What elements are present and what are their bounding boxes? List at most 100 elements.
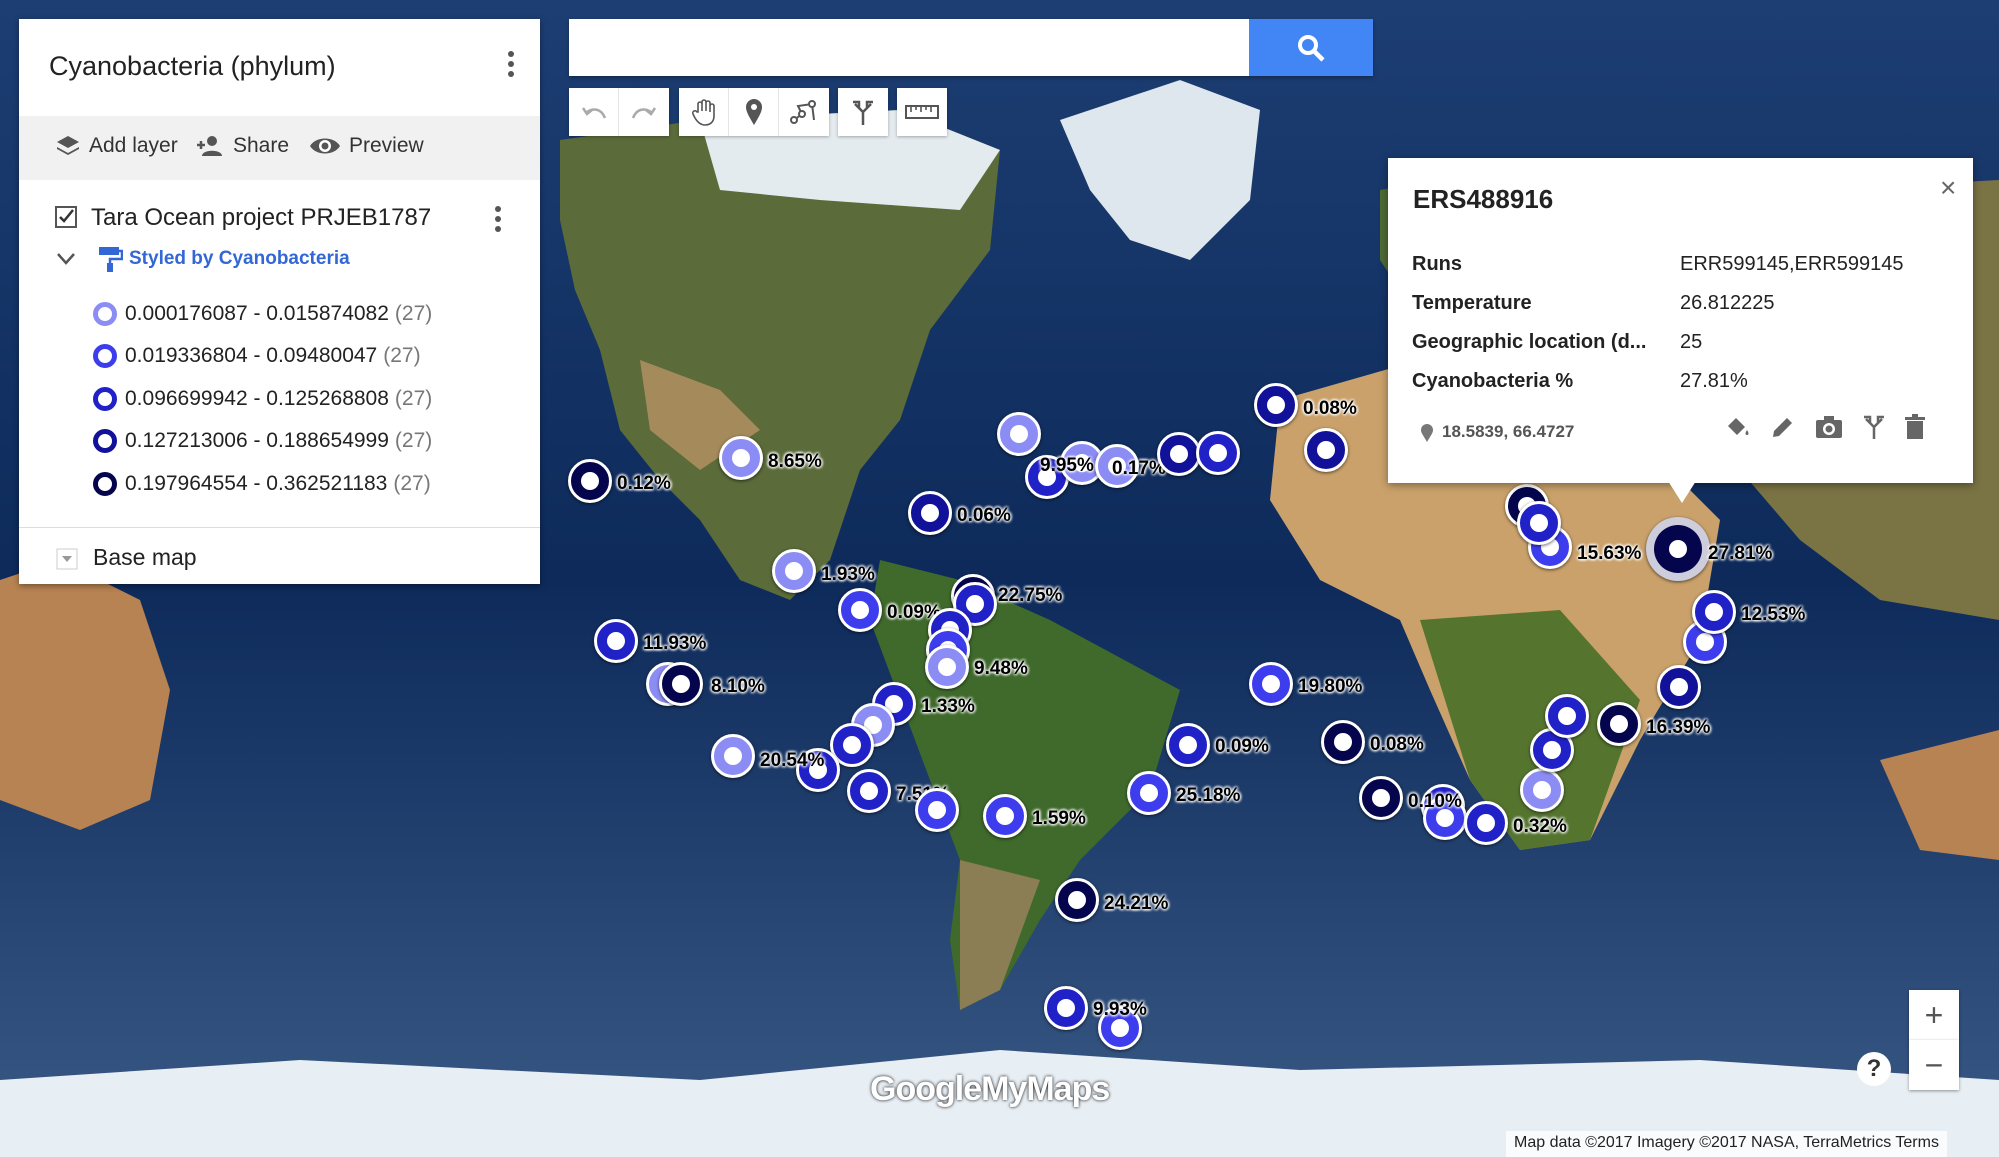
sample-marker[interactable] xyxy=(1157,432,1201,476)
sample-marker[interactable] xyxy=(847,769,891,813)
add-directions-button[interactable] xyxy=(838,88,888,136)
sample-marker[interactable] xyxy=(915,788,959,832)
sample-marker[interactable] xyxy=(1254,383,1298,427)
sample-marker[interactable] xyxy=(772,549,816,593)
undo-icon xyxy=(581,107,606,119)
field-value: 26.812225 xyxy=(1680,292,1775,314)
search-input[interactable] xyxy=(569,19,1239,76)
sample-marker[interactable] xyxy=(1517,501,1561,545)
drawing-tools xyxy=(679,88,829,136)
legend-swatch xyxy=(93,387,117,411)
sample-marker[interactable] xyxy=(1304,428,1348,472)
sample-marker[interactable] xyxy=(1359,776,1403,820)
base-map-label[interactable]: Base map xyxy=(93,544,197,571)
marker-label: 27.81% xyxy=(1708,543,1773,564)
paint-bucket-icon[interactable] xyxy=(1724,414,1752,440)
sample-marker[interactable] xyxy=(983,794,1027,838)
preview-label: Preview xyxy=(349,134,424,157)
pencil-icon[interactable] xyxy=(1770,414,1796,440)
add-person-icon xyxy=(197,136,222,156)
legend-range: 0.197964554 - 0.362521183 xyxy=(125,472,388,495)
help-button[interactable]: ? xyxy=(1857,1052,1891,1086)
ruler-icon xyxy=(905,105,939,119)
sample-marker[interactable] xyxy=(1545,694,1589,738)
legend-range: 0.000176087 - 0.015874082 xyxy=(125,302,389,325)
sample-marker[interactable] xyxy=(997,412,1041,456)
undo-button[interactable] xyxy=(569,88,619,136)
sample-marker[interactable] xyxy=(1520,768,1564,812)
marker-label: 0.32% xyxy=(1513,816,1567,837)
sample-marker[interactable] xyxy=(568,459,612,503)
marker-label: 15.63% xyxy=(1577,543,1642,564)
sample-marker[interactable] xyxy=(1657,665,1701,709)
sample-marker[interactable] xyxy=(1127,771,1171,815)
layer-options-menu-icon[interactable] xyxy=(493,206,503,238)
panel-toolbar: Add layer Share Preview xyxy=(19,116,540,180)
draw-line-button[interactable] xyxy=(779,88,829,136)
sample-marker[interactable] xyxy=(838,588,882,632)
legend-row[interactable]: 0.096699942 - 0.125268808 (27) xyxy=(93,384,432,414)
layers-panel: Cyanobacteria (phylum) Add layer Share P… xyxy=(19,19,540,584)
close-icon[interactable]: × xyxy=(1940,172,1956,204)
preview-button[interactable]: Preview xyxy=(309,134,424,158)
legend-range: 0.019336804 - 0.09480047 xyxy=(125,344,378,367)
style-by-link[interactable]: Styled by Cyanobacteria xyxy=(129,248,350,270)
legend-range: 0.096699942 - 0.125268808 xyxy=(125,387,389,410)
sample-marker[interactable] xyxy=(908,491,952,535)
pan-tool-button[interactable] xyxy=(679,88,729,136)
sample-marker[interactable] xyxy=(594,619,638,663)
legend-row[interactable]: 0.197964554 - 0.362521183 (27) xyxy=(93,469,431,499)
legend-row[interactable]: 0.019336804 - 0.09480047 (27) xyxy=(93,341,421,371)
feature-info-popup: ERS488916 × Runs ERR599145,ERR599145 Tem… xyxy=(1388,158,1973,483)
marker-label: 0.09% xyxy=(1215,736,1269,757)
popup-actions xyxy=(1724,414,1926,440)
sample-marker[interactable] xyxy=(659,662,703,706)
marker-label: 9.95% xyxy=(1040,455,1094,476)
trash-icon[interactable] xyxy=(1904,414,1926,440)
add-marker-button[interactable] xyxy=(729,88,779,136)
sample-marker[interactable] xyxy=(711,734,755,778)
sample-marker[interactable] xyxy=(925,645,969,689)
dropdown-arrow-icon[interactable] xyxy=(56,548,78,570)
sample-marker[interactable] xyxy=(1464,801,1508,845)
map-options-menu-icon[interactable] xyxy=(506,51,516,83)
sample-marker[interactable] xyxy=(1055,878,1099,922)
legend-row[interactable]: 0.000176087 - 0.015874082 (27) xyxy=(93,299,432,329)
marker-label: 24.21% xyxy=(1104,893,1169,914)
measure-distance-button[interactable] xyxy=(897,88,947,136)
sample-marker[interactable] xyxy=(1044,986,1088,1030)
redo-button[interactable] xyxy=(619,88,669,136)
directions-icon xyxy=(853,100,873,125)
sample-marker[interactable] xyxy=(1597,702,1641,746)
sample-marker[interactable] xyxy=(719,436,763,480)
share-button[interactable]: Share xyxy=(195,134,289,158)
zoom-in-button[interactable]: + xyxy=(1909,990,1959,1040)
marker-label: 0.12% xyxy=(617,473,671,494)
chevron-down-icon[interactable] xyxy=(56,252,76,266)
layer-name[interactable]: Tara Ocean project PRJEB1787 xyxy=(91,204,431,232)
feature-coordinates: 18.5839, 66.4727 xyxy=(1442,422,1575,441)
zoom-out-button[interactable]: − xyxy=(1909,1040,1959,1090)
map-title[interactable]: Cyanobacteria (phylum) xyxy=(49,51,336,82)
camera-icon[interactable] xyxy=(1814,414,1844,440)
search-button[interactable] xyxy=(1249,19,1373,76)
sample-marker[interactable] xyxy=(1249,662,1293,706)
add-layer-button[interactable]: Add layer xyxy=(55,134,178,158)
legend-swatch xyxy=(93,472,117,496)
sample-marker[interactable] xyxy=(1321,720,1365,764)
directions-icon[interactable] xyxy=(1862,414,1886,440)
field-value: 27.81% xyxy=(1680,370,1748,392)
layer-visibility-checkbox[interactable] xyxy=(55,206,77,228)
legend-row[interactable]: 0.127213006 - 0.188654999 (27) xyxy=(93,426,432,456)
sample-marker[interactable] xyxy=(1166,723,1210,767)
legend-count: (27) xyxy=(394,302,433,325)
marker-label: 0.08% xyxy=(1370,734,1424,755)
marker-label: 0.08% xyxy=(1303,398,1357,419)
marker-label: 25.18% xyxy=(1176,785,1241,806)
marker-label: 9.48% xyxy=(974,658,1028,679)
sample-marker[interactable] xyxy=(1196,431,1240,475)
sample-marker[interactable] xyxy=(1692,590,1736,634)
hand-icon xyxy=(691,99,715,126)
selected-sample-marker[interactable] xyxy=(1646,517,1710,581)
marker-label: 20.54% xyxy=(760,750,825,771)
